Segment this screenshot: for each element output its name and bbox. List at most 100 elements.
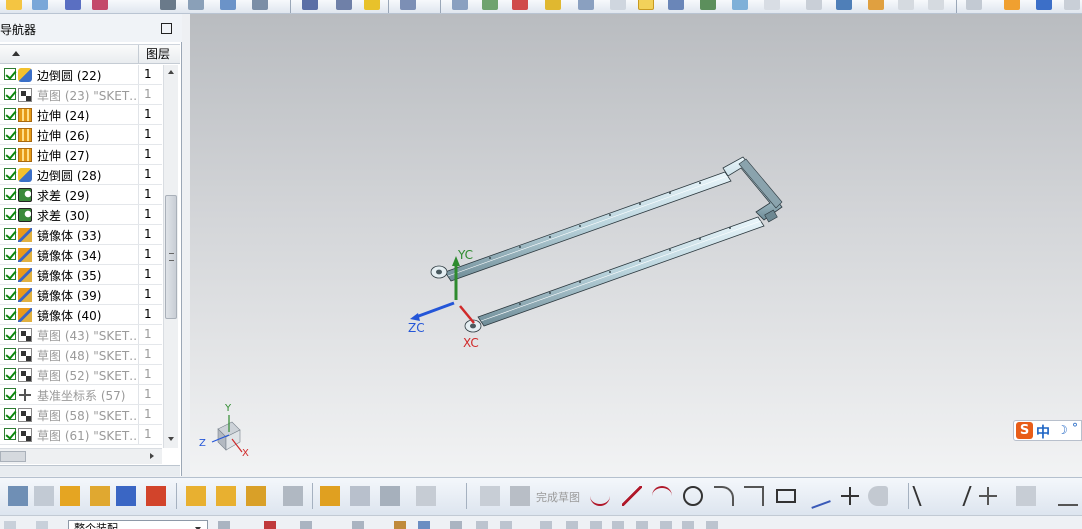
surface-icon[interactable]: [188, 0, 204, 10]
move-component-icon[interactable]: [90, 486, 110, 506]
feature-row[interactable]: 草图 (61) "SKET… 1: [0, 425, 162, 445]
render-icon[interactable]: [700, 0, 716, 10]
add-component-icon[interactable]: [60, 486, 80, 506]
snap-icon[interactable]: [590, 521, 602, 529]
feature-row[interactable]: 基准坐标系 (57) 1: [0, 385, 162, 405]
scroll-thumb[interactable]: [0, 451, 26, 462]
wave-link-icon[interactable]: [380, 486, 400, 506]
snap-icon[interactable]: [612, 521, 624, 529]
feature-row[interactable]: 镜像体 (35) 1: [0, 265, 162, 285]
visibility-checkbox[interactable]: [4, 188, 16, 200]
cube-icon[interactable]: [578, 0, 594, 10]
document-icon[interactable]: [32, 0, 48, 10]
feature-row[interactable]: 拉伸 (27) 1: [0, 145, 162, 165]
feature-row[interactable]: 求差 (30) 1: [0, 205, 162, 225]
visibility-checkbox[interactable]: [4, 408, 16, 420]
visibility-checkbox[interactable]: [4, 248, 16, 260]
feature-row[interactable]: 镜像体 (34) 1: [0, 245, 162, 265]
reposition-icon[interactable]: [246, 486, 266, 506]
menu-icon[interactable]: [4, 521, 16, 529]
cube-icon[interactable]: [898, 0, 914, 10]
feature-row[interactable]: 镜像体 (40) 1: [0, 305, 162, 325]
profile-icon[interactable]: [590, 486, 610, 506]
cube-icon[interactable]: [452, 0, 468, 10]
scroll-right-icon[interactable]: [150, 453, 154, 459]
finish-sketch-label[interactable]: 完成草图: [536, 489, 580, 505]
type-filter-icon[interactable]: [36, 521, 48, 529]
chamfer-icon[interactable]: [744, 486, 764, 506]
background-icon[interactable]: [610, 0, 626, 10]
visibility-checkbox[interactable]: [4, 308, 16, 320]
ime-logo[interactable]: S: [1016, 422, 1033, 439]
mirror-assembly-icon[interactable]: [116, 486, 136, 506]
snap-icon[interactable]: [450, 521, 462, 529]
wcs-icon[interactable]: [668, 0, 684, 10]
cube-icon[interactable]: [1004, 0, 1020, 10]
rotate-icon[interactable]: [300, 521, 312, 529]
view-icon[interactable]: [8, 486, 28, 506]
visibility-checkbox[interactable]: [4, 88, 16, 100]
extend-icon[interactable]: [944, 486, 972, 506]
cube-icon[interactable]: [416, 486, 436, 506]
arc-icon[interactable]: [652, 486, 672, 506]
feature-row[interactable]: 求差 (29) 1: [0, 185, 162, 205]
shaded-view-icon[interactable]: [400, 0, 416, 10]
select-box-icon[interactable]: [352, 521, 364, 529]
lights-icon[interactable]: [545, 0, 561, 10]
curve-icon[interactable]: [65, 0, 81, 10]
rectangle-icon[interactable]: [776, 489, 796, 503]
link-icon[interactable]: [320, 486, 340, 506]
cube-icon[interactable]: [806, 0, 822, 10]
link-icon[interactable]: [302, 0, 318, 10]
cube-icon[interactable]: [1036, 0, 1052, 10]
feature-row[interactable]: 拉伸 (26) 1: [0, 125, 162, 145]
circle-icon[interactable]: [683, 486, 703, 506]
offset-curve-icon[interactable]: [868, 486, 888, 506]
studio-icon[interactable]: [868, 0, 884, 10]
vertical-scrollbar[interactable]: [163, 65, 178, 448]
snap-icon[interactable]: [500, 521, 512, 529]
make-corner-icon[interactable]: [1016, 486, 1036, 506]
fillet-icon[interactable]: [714, 486, 734, 506]
feature-row[interactable]: 草图 (43) "SKET… 1: [0, 325, 162, 345]
visibility-checkbox[interactable]: [4, 168, 16, 180]
snap-icon[interactable]: [476, 521, 488, 529]
snap-icon[interactable]: [218, 521, 230, 529]
sketch-icon[interactable]: [6, 0, 22, 10]
snap-icon[interactable]: [682, 521, 694, 529]
background-icon[interactable]: [836, 0, 852, 10]
feature-row[interactable]: 镜像体 (39) 1: [0, 285, 162, 305]
visibility-checkbox[interactable]: [4, 228, 16, 240]
ime-moon-icon[interactable]: ☽: [1057, 423, 1068, 437]
explode-icon[interactable]: [186, 486, 206, 506]
sketch-icon[interactable]: [480, 486, 500, 506]
face-icon[interactable]: [336, 0, 352, 10]
point-icon[interactable]: [840, 486, 860, 506]
scroll-up-icon[interactable]: [168, 70, 174, 74]
move-icon[interactable]: [92, 0, 108, 10]
trim-icon[interactable]: [912, 486, 940, 506]
cube-icon[interactable]: [394, 521, 406, 529]
finish-sketch-icon[interactable]: [510, 486, 530, 506]
snap-icon[interactable]: [540, 521, 552, 529]
visibility-checkbox[interactable]: [4, 208, 16, 220]
snapshot-icon[interactable]: [966, 0, 982, 10]
snap-icon[interactable]: [566, 521, 578, 529]
feature-row[interactable]: 边倒圆 (28) 1: [0, 165, 162, 185]
weld-icon[interactable]: [283, 486, 303, 506]
render-icon[interactable]: [482, 0, 498, 10]
snap-icon[interactable]: [660, 521, 672, 529]
visibility-checkbox[interactable]: [4, 388, 16, 400]
line-icon[interactable]: [622, 486, 642, 506]
visibility-checkbox[interactable]: [4, 148, 16, 160]
visibility-checkbox[interactable]: [4, 108, 16, 120]
visibility-checkbox[interactable]: [4, 368, 16, 380]
bulb-icon[interactable]: [364, 0, 380, 10]
snap-icon[interactable]: [636, 521, 648, 529]
feature-row[interactable]: 草图 (52) "SKET… 1: [0, 365, 162, 385]
scroll-down-icon[interactable]: [168, 437, 174, 441]
feature-row[interactable]: 边倒圆 (22) 1: [0, 65, 162, 85]
feature-row[interactable]: 拉伸 (24) 1: [0, 105, 162, 125]
maximize-icon[interactable]: [161, 23, 172, 34]
visibility-checkbox[interactable]: [4, 268, 16, 280]
